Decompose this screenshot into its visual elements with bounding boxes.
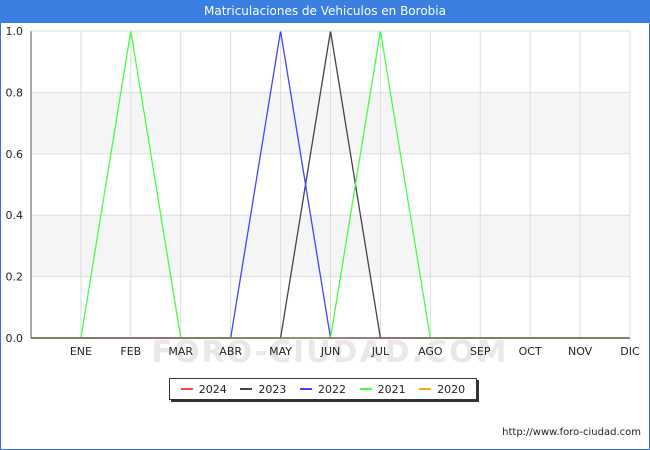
y-tick-label: 0.2	[6, 271, 24, 284]
legend-label: 2022	[317, 382, 346, 396]
legend-item-2021: 2021	[359, 382, 406, 396]
x-tick-label: SEP	[470, 345, 491, 358]
x-tick-label: FEB	[120, 345, 141, 358]
legend-label: 2023	[258, 382, 287, 396]
x-tick-label: JUL	[371, 345, 390, 358]
x-tick-label: ABR	[219, 345, 242, 358]
x-tick-label: NOV	[568, 345, 593, 358]
x-tick-label: ENE	[70, 345, 92, 358]
legend-item-2024: 2024	[180, 382, 227, 396]
x-tick-label: AGO	[418, 345, 443, 358]
y-tick-label: 0.0	[6, 332, 24, 345]
source-url: http://www.foro-ciudad.com	[502, 427, 641, 438]
y-tick-label: 0.4	[6, 209, 24, 222]
legend-label: 2024	[198, 382, 227, 396]
x-tick-label: DIC	[620, 345, 640, 358]
legend-swatch	[419, 388, 432, 390]
legend-swatch	[359, 388, 372, 390]
x-tick-label: JUN	[320, 345, 341, 358]
legend: 2024 2023 2022 2021 2020	[169, 378, 477, 400]
legend-item-2022: 2022	[299, 382, 346, 396]
y-tick-label: 0.8	[6, 86, 24, 99]
x-tick-label: MAR	[168, 345, 193, 358]
legend-item-2023: 2023	[240, 383, 286, 396]
legend-swatch	[299, 388, 312, 390]
legend-label: 2020	[437, 382, 466, 396]
y-tick-label: 1.0	[6, 25, 24, 38]
x-tick-label: MAY	[269, 345, 292, 358]
legend-label: 2021	[377, 382, 406, 396]
legend-swatch	[180, 388, 193, 390]
y-tick-label: 0.6	[6, 148, 24, 161]
x-tick-label: OCT	[519, 345, 542, 358]
legend-item-2020: 2020	[419, 383, 465, 396]
legend-swatch	[240, 388, 253, 390]
